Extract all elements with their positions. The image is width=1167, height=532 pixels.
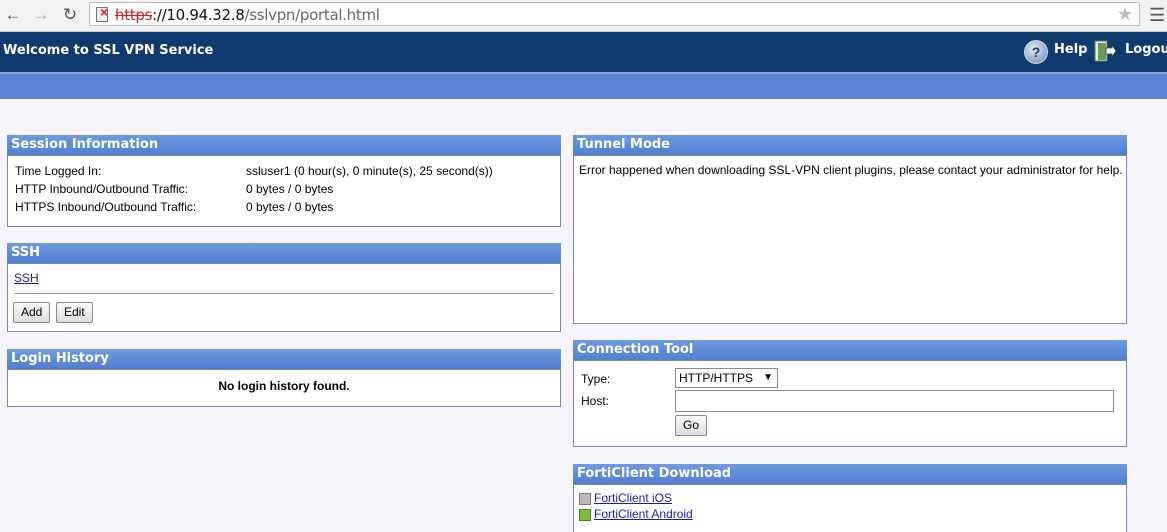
forticlient-title: FortiClient Download xyxy=(573,464,1127,484)
session-panel: Session Information Time Logged In: sslu… xyxy=(7,135,561,227)
session-label: HTTPS Inbound/Outbound Traffic: xyxy=(15,200,197,214)
divider xyxy=(14,293,554,294)
browser-toolbar: ← → ↻ × https://10.94.32.8/sslvpn/portal… xyxy=(0,0,1167,32)
url-host: ://10.94.32.8 xyxy=(152,6,245,24)
tunnel-mode-title: Tunnel Mode xyxy=(573,135,1127,155)
logout-link[interactable]: Logout xyxy=(1125,42,1167,57)
help-icon[interactable]: ? xyxy=(1024,40,1048,64)
error-message: Error happened when downloading SSL-VPN … xyxy=(579,163,1123,177)
forticlient-panel: FortiClient Download FortiClient iOS For… xyxy=(573,464,1127,532)
session-row: Time Logged In: ssluser1 (0 hour(s), 0 m… xyxy=(15,164,493,178)
empty-message: No login history found. xyxy=(218,379,350,393)
forward-icon[interactable]: → xyxy=(31,5,51,25)
session-value: 0 bytes / 0 bytes xyxy=(246,182,334,196)
add-button[interactable]: Add xyxy=(13,302,51,323)
cross-icon: × xyxy=(100,4,109,20)
back-icon[interactable]: ← xyxy=(3,5,23,25)
ssh-title: SSH xyxy=(7,243,561,263)
login-history-title: Login History xyxy=(7,349,561,369)
session-value: ssluser1 (0 hour(s), 0 minute(s), 25 sec… xyxy=(246,164,493,178)
go-button[interactable]: Go xyxy=(675,415,708,436)
session-value: 0 bytes / 0 bytes xyxy=(246,200,334,214)
logout-icon[interactable] xyxy=(1093,39,1117,63)
connection-tool-panel: Connection Tool Type: HTTP/HTTPS ▼ Host:… xyxy=(573,340,1127,447)
url-text: https://10.94.32.8/sslvpn/portal.html xyxy=(115,6,380,24)
session-row: HTTP Inbound/Outbound Traffic: 0 bytes /… xyxy=(15,182,333,196)
page-title: Welcome to SSL VPN Service xyxy=(3,43,214,58)
help-link[interactable]: Help xyxy=(1054,42,1087,57)
forticlient-ios-link[interactable]: FortiClient iOS xyxy=(594,491,672,505)
forticlient-android-link[interactable]: FortiClient Android xyxy=(594,507,693,521)
reload-icon[interactable]: ↻ xyxy=(60,5,80,25)
session-label: Time Logged In: xyxy=(15,164,102,178)
session-row: HTTPS Inbound/Outbound Traffic: 0 bytes … xyxy=(15,200,333,214)
host-label: Host: xyxy=(581,394,610,408)
download-item: FortiClient Android xyxy=(579,507,693,521)
chevron-down-icon: ▼ xyxy=(763,372,773,383)
apple-icon xyxy=(579,492,591,505)
menu-icon[interactable]: ☰ xyxy=(1149,5,1165,26)
header-band xyxy=(0,74,1167,99)
session-label: HTTP Inbound/Outbound Traffic: xyxy=(15,182,188,196)
edit-button[interactable]: Edit xyxy=(56,302,93,323)
ssh-panel: SSH SSH Add Edit xyxy=(7,243,561,332)
download-item: FortiClient iOS xyxy=(579,491,672,505)
ssh-bookmark-link[interactable]: SSH xyxy=(14,271,39,285)
bookmark-star-icon[interactable]: ★ xyxy=(1117,4,1133,25)
address-bar[interactable]: × https://10.94.32.8/sslvpn/portal.html xyxy=(89,2,1140,26)
android-icon xyxy=(579,508,591,521)
url-scheme: https xyxy=(115,6,153,24)
host-input[interactable] xyxy=(675,390,1114,412)
url-path: /sslvpn/portal.html xyxy=(244,6,380,24)
login-history-panel: Login History No login history found. xyxy=(7,349,561,407)
type-select[interactable]: HTTP/HTTPS ▼ xyxy=(675,368,778,388)
app-header: Welcome to SSL VPN Service ? Help Logout xyxy=(0,32,1167,74)
session-title: Session Information xyxy=(7,135,561,155)
type-select-value: HTTP/HTTPS xyxy=(679,371,753,385)
tunnel-mode-panel: Tunnel Mode Error happened when download… xyxy=(573,135,1127,324)
type-label: Type: xyxy=(581,372,611,386)
connection-tool-title: Connection Tool xyxy=(573,340,1127,360)
